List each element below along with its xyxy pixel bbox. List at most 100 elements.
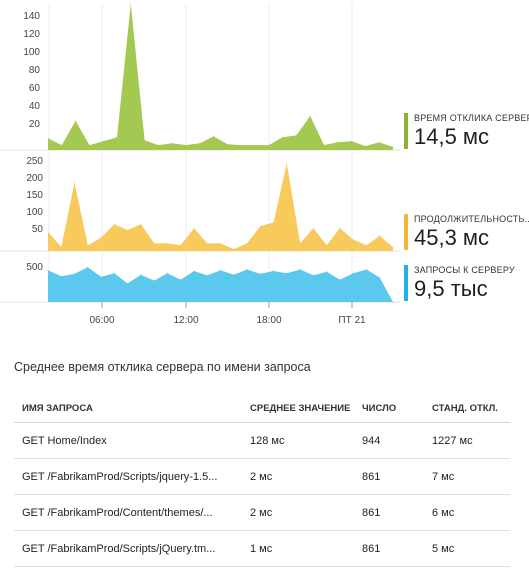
- data-point: [351, 140, 353, 142]
- data-point: [116, 136, 118, 138]
- data-point: [312, 274, 314, 276]
- data-point: [259, 225, 261, 227]
- y-tick-label: 60: [29, 83, 41, 94]
- data-point: [220, 242, 221, 244]
- data-point: [153, 280, 155, 282]
- data-point: [378, 141, 380, 143]
- data-point: [299, 242, 301, 244]
- data-point: [171, 142, 173, 144]
- y-tick-label: 120: [23, 29, 40, 40]
- legend-color-bar: [404, 214, 408, 250]
- legend-label: ВРЕМЯ ОТКЛИКА СЕРВЕРА: [414, 113, 529, 123]
- data-point: [193, 270, 195, 272]
- x-tick-label: ПТ 21: [338, 315, 366, 326]
- y-tick-label: 200: [26, 173, 43, 184]
- data-point: [233, 274, 235, 276]
- data-point: [113, 223, 115, 225]
- data-point: [273, 221, 275, 223]
- data-point: [102, 140, 104, 142]
- data-point: [113, 272, 115, 274]
- column-header-name[interactable]: ИМЯ ЗАПРОСА: [14, 394, 242, 423]
- y-tick-label: 500: [26, 262, 43, 273]
- request-name: GET Home/Index: [14, 422, 242, 459]
- data-point: [379, 235, 381, 237]
- data-point: [47, 137, 49, 139]
- data-point: [326, 271, 328, 273]
- request-name: GET /FabrikamProd/Scripts/jQuery.tm...: [14, 530, 242, 567]
- data-point: [312, 227, 314, 229]
- request-average: 2 мс: [242, 458, 354, 495]
- request-average: 1 мс: [242, 530, 354, 567]
- table-row[interactable]: GET /FabrikamProd/Content/themes/... 2 м…: [14, 494, 510, 531]
- data-point: [166, 242, 168, 244]
- request-std-dev: 7 мс: [424, 458, 510, 495]
- data-point: [199, 142, 201, 144]
- data-point: [157, 144, 159, 146]
- legend-label: ЗАПРОСЫ К СЕРВЕРУ: [414, 265, 515, 275]
- data-point: [127, 229, 129, 231]
- legend-value: 9,5 тыс: [414, 276, 488, 301]
- legend-color-bar: [404, 265, 408, 301]
- data-point: [140, 274, 142, 276]
- metrics-charts: 20 40 60 80 100 120 140 50 100 150 200 250 500 06:00 1…: [0, 3, 400, 326]
- data-point: [220, 269, 221, 271]
- data-point: [366, 244, 367, 246]
- data-point: [299, 269, 301, 270]
- data-point: [295, 134, 297, 136]
- column-header-average[interactable]: СРЕДНЕЕ ЗНАЧЕНИЕ: [242, 394, 354, 423]
- data-point: [206, 274, 208, 276]
- data-point: [74, 182, 75, 183]
- request-std-dev: 6 мс: [424, 494, 510, 531]
- data-point: [254, 144, 256, 146]
- request-count: 861: [354, 494, 424, 531]
- request-table: ИМЯ ЗАПРОСА СРЕДНЕЕ ЗНАЧЕНИЕ ЧИСЛО СТАНД…: [14, 394, 510, 567]
- data-point: [47, 269, 49, 271]
- data-point: [337, 141, 339, 143]
- legend-value: 14,5 мс: [414, 124, 490, 149]
- data-point: [233, 248, 235, 250]
- series-area: [48, 4, 393, 150]
- y-tick-label: 150: [26, 190, 43, 201]
- data-point: [392, 301, 394, 303]
- data-point: [323, 144, 325, 146]
- data-point: [60, 275, 62, 277]
- y-tick-label: 50: [32, 224, 44, 235]
- data-point: [379, 277, 381, 279]
- request-average: 128 мс: [242, 422, 354, 459]
- request-count: 861: [354, 458, 424, 495]
- data-point: [153, 242, 155, 244]
- data-point: [166, 272, 168, 274]
- table-row[interactable]: GET /FabrikamProd/Scripts/jQuery.tm... 1…: [14, 530, 510, 567]
- data-point: [100, 276, 102, 278]
- data-point: [180, 244, 182, 246]
- x-tick-label: 18:00: [256, 315, 281, 326]
- data-point: [144, 139, 146, 141]
- table-row[interactable]: GET Home/Index 128 мс 944 1227 мс: [14, 422, 510, 459]
- data-point: [286, 162, 288, 164]
- data-point: [87, 244, 89, 246]
- series-area: [48, 267, 393, 302]
- table-title: Среднее время отклика сервера по имени з…: [14, 360, 311, 374]
- data-point: [273, 270, 275, 272]
- data-point: [87, 266, 89, 268]
- table-row[interactable]: GET /FabrikamProd/Scripts/jquery-1.5... …: [14, 458, 510, 495]
- y-tick-label: 140: [23, 11, 40, 22]
- column-header-count[interactable]: ЧИСЛО: [354, 394, 424, 423]
- data-point: [352, 272, 354, 274]
- request-count: 861: [354, 530, 424, 567]
- data-point: [47, 231, 49, 233]
- request-name: GET /FabrikamProd/Scripts/jquery-1.5...: [14, 458, 242, 495]
- request-name: GET /FabrikamProd/Content/themes/...: [14, 494, 242, 531]
- data-point: [100, 237, 102, 239]
- data-point: [185, 144, 187, 146]
- data-point: [60, 246, 62, 248]
- data-point: [206, 242, 208, 244]
- legend-color-bar: [404, 113, 408, 149]
- data-point: [339, 279, 341, 281]
- data-point: [352, 239, 354, 241]
- x-tick-label: 06:00: [89, 315, 114, 326]
- series-area: [48, 163, 393, 251]
- data-point: [88, 144, 90, 146]
- column-header-std-dev[interactable]: СТАНД. ОТКЛ.: [424, 394, 510, 423]
- data-point: [193, 227, 195, 229]
